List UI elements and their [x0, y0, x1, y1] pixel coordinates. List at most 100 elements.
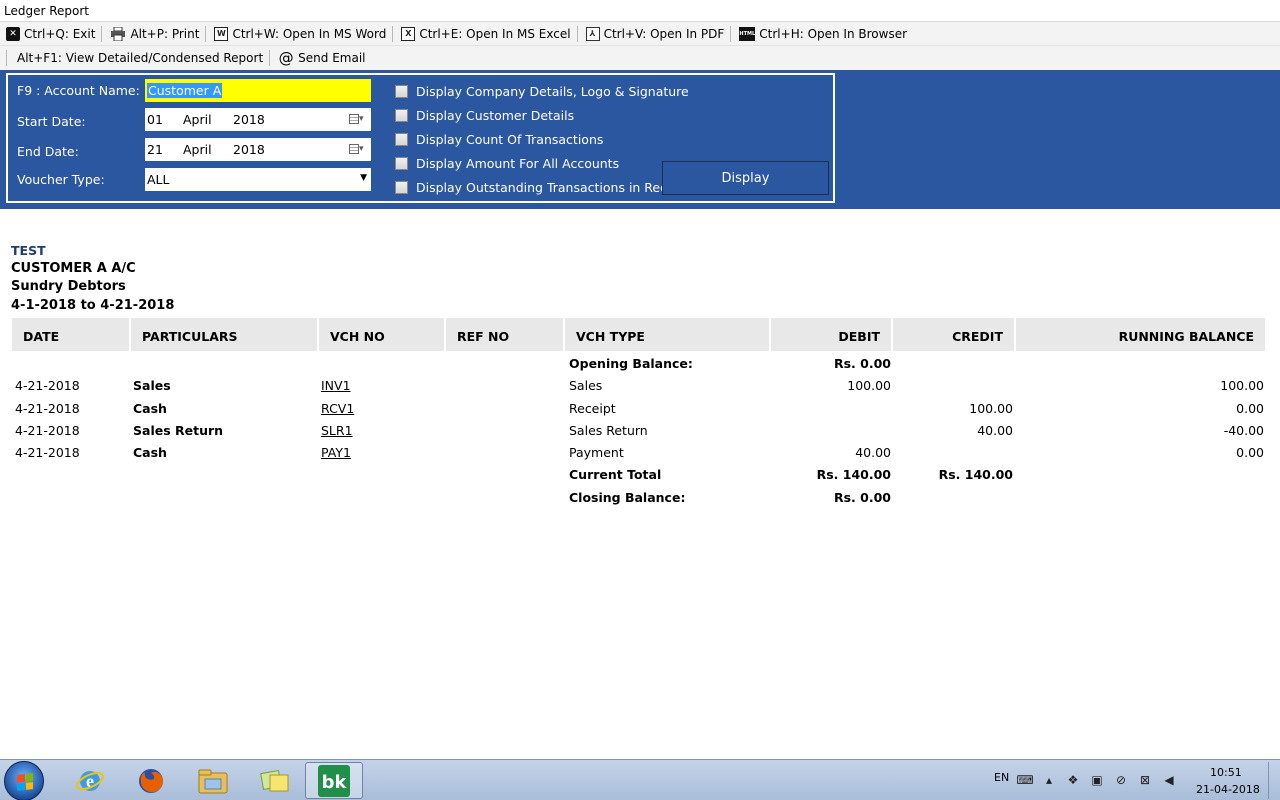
column-header-date[interactable]: DATE	[12, 318, 131, 351]
calendar-icon[interactable]: ▾	[349, 112, 367, 126]
show-desktop-button[interactable]	[1268, 762, 1278, 799]
open-word-label: Ctrl+W: Open In MS Word	[232, 26, 387, 41]
start-date-label: Start Date:	[17, 114, 86, 129]
row-vch-no-link[interactable]: PAY1	[321, 445, 351, 460]
printer-icon	[110, 26, 126, 41]
toolbar-separator	[205, 25, 207, 42]
send-email-button[interactable]: @ Send Email	[272, 46, 369, 70]
column-header-running-balance[interactable]: RUNNING BALANCE	[1016, 318, 1265, 351]
taskbar-bk-app[interactable]: bk	[305, 762, 363, 799]
option-customer-details[interactable]: Display Customer Details	[395, 108, 574, 123]
row-vch-no-link[interactable]: INV1	[321, 378, 351, 393]
company-name: TEST	[11, 243, 46, 258]
report-period: 4-1-2018 to 4-21-2018	[11, 298, 175, 313]
toolbar-separator	[101, 25, 103, 42]
row-vch-type: Sales	[569, 378, 603, 393]
option-label: Display Outstanding Transactions in Red	[416, 180, 669, 195]
toolbar-separator	[392, 25, 394, 42]
opening-balance-debit: Rs. 0.00	[833, 356, 891, 371]
start-year: 2018	[233, 112, 265, 127]
send-email-label: Send Email	[298, 51, 366, 65]
power-disabled-icon[interactable]: ⊘	[1114, 773, 1128, 787]
row-vch-no-link[interactable]: SLR1	[321, 423, 353, 438]
account-name-label: F9 : Account Name:	[17, 83, 140, 98]
open-excel-label: Ctrl+E: Open In MS Excel	[419, 26, 571, 41]
option-count-transactions[interactable]: Display Count Of Transactions	[395, 132, 603, 147]
taskbar-ie[interactable]: e	[61, 762, 119, 799]
option-label: Display Company Details, Logo & Signatur…	[416, 84, 689, 99]
voucher-type-value: ALL	[147, 172, 170, 187]
column-header-particulars[interactable]: PARTICULARS	[131, 318, 319, 351]
toolbar-separator	[730, 25, 732, 42]
row-debit: 100.00	[847, 378, 891, 393]
column-header-credit[interactable]: CREDIT	[893, 318, 1016, 351]
checkbox[interactable]	[395, 181, 408, 194]
opening-balance-label: Opening Balance:	[569, 356, 693, 371]
column-header-ref-no[interactable]: REF NO	[446, 318, 565, 351]
explorer-icon	[198, 769, 228, 793]
checkbox[interactable]	[395, 133, 408, 146]
open-pdf-button[interactable]: ⅄ Ctrl+V: Open In PDF	[580, 22, 729, 45]
clipboard-icon[interactable]: ▣	[1090, 773, 1104, 787]
chevron-up-icon[interactable]: ▴	[1042, 773, 1056, 787]
view-toggle-button[interactable]: Alt+F1: View Detailed/Condensed Report	[9, 46, 267, 70]
secondary-toolbar: Alt+F1: View Detailed/Condensed Report @…	[0, 45, 1280, 70]
open-word-button[interactable]: W Ctrl+W: Open In MS Word	[208, 22, 390, 45]
row-vch-no-link[interactable]: RCV1	[321, 401, 354, 416]
end-day: 21	[147, 142, 163, 157]
html-icon: HTML	[739, 26, 756, 41]
start-button[interactable]	[4, 761, 44, 800]
row-credit: 100.00	[969, 401, 1013, 416]
checkbox[interactable]	[395, 109, 408, 122]
checkbox[interactable]	[395, 85, 408, 98]
ledger-table-header: DATE PARTICULARS VCH NO REF NO VCH TYPE …	[12, 318, 1265, 351]
row-particulars: Sales Return	[133, 423, 224, 438]
exit-label: Ctrl+Q: Exit	[24, 26, 96, 41]
end-month: April	[183, 142, 212, 157]
option-company-details[interactable]: Display Company Details, Logo & Signatur…	[395, 84, 689, 99]
current-total-debit: Rs. 140.00	[816, 467, 891, 482]
open-browser-button[interactable]: HTML Ctrl+H: Open In Browser	[733, 22, 911, 45]
checkbox[interactable]	[395, 157, 408, 170]
column-header-vch-no[interactable]: VCH NO	[319, 318, 446, 351]
windows-taskbar: e bk EN ⌨ ▴ ❖ ▣ ⊘ ⊠ ◀ 10:51 21-04-2018	[0, 759, 1280, 800]
network-disabled-icon[interactable]: ⊠	[1138, 773, 1152, 787]
toolbar-grip	[6, 50, 7, 66]
clock-date[interactable]: 21-04-2018	[1196, 783, 1260, 796]
sticky-notes-icon	[260, 769, 289, 791]
option-amount-all-accounts[interactable]: Display Amount For All Accounts	[395, 156, 619, 171]
main-toolbar: ✕ Ctrl+Q: Exit Alt+P: Print W Ctrl+W: Op…	[0, 22, 1280, 45]
taskbar-explorer[interactable]	[184, 762, 242, 799]
column-header-vch-type[interactable]: VCH TYPE	[565, 318, 771, 351]
closing-balance-label: Closing Balance:	[569, 490, 686, 505]
display-button[interactable]: Display	[662, 161, 829, 195]
row-date: 4-21-2018	[15, 378, 80, 393]
volume-icon[interactable]: ◀	[1162, 773, 1176, 787]
windows-logo-icon	[17, 773, 33, 791]
excel-icon: X	[401, 26, 416, 41]
voucher-type-label: Voucher Type:	[17, 172, 105, 187]
option-outstanding-red[interactable]: Display Outstanding Transactions in Red	[395, 180, 668, 195]
open-excel-button[interactable]: X Ctrl+E: Open In MS Excel	[395, 22, 574, 45]
open-pdf-label: Ctrl+V: Open In PDF	[603, 26, 725, 41]
window-titlebar: Ledger Report	[0, 0, 1280, 22]
exit-button[interactable]: ✕ Ctrl+Q: Exit	[0, 22, 99, 45]
start-date-picker[interactable]: 01 April 2018 ▾	[145, 108, 371, 131]
dropbox-icon[interactable]: ❖	[1066, 773, 1080, 787]
taskbar-sticky-notes[interactable]	[246, 762, 304, 799]
row-balance: 100.00	[1220, 378, 1264, 393]
clock-time[interactable]: 10:51	[1210, 766, 1242, 779]
row-credit: 40.00	[977, 423, 1013, 438]
keyboard-icon[interactable]: ⌨	[1016, 773, 1033, 787]
language-indicator[interactable]: EN	[994, 771, 1009, 784]
calendar-icon[interactable]: ▾	[349, 142, 367, 156]
voucher-type-select[interactable]: ALL ▼	[145, 168, 371, 191]
column-header-debit[interactable]: DEBIT	[771, 318, 893, 351]
row-date: 4-21-2018	[15, 445, 80, 460]
row-date: 4-21-2018	[15, 423, 80, 438]
account-name-input[interactable]: Customer A	[145, 79, 371, 102]
taskbar-firefox[interactable]	[122, 762, 180, 799]
toolbar-separator	[269, 50, 271, 66]
end-date-picker[interactable]: 21 April 2018 ▾	[145, 138, 371, 161]
print-button[interactable]: Alt+P: Print	[104, 22, 203, 45]
